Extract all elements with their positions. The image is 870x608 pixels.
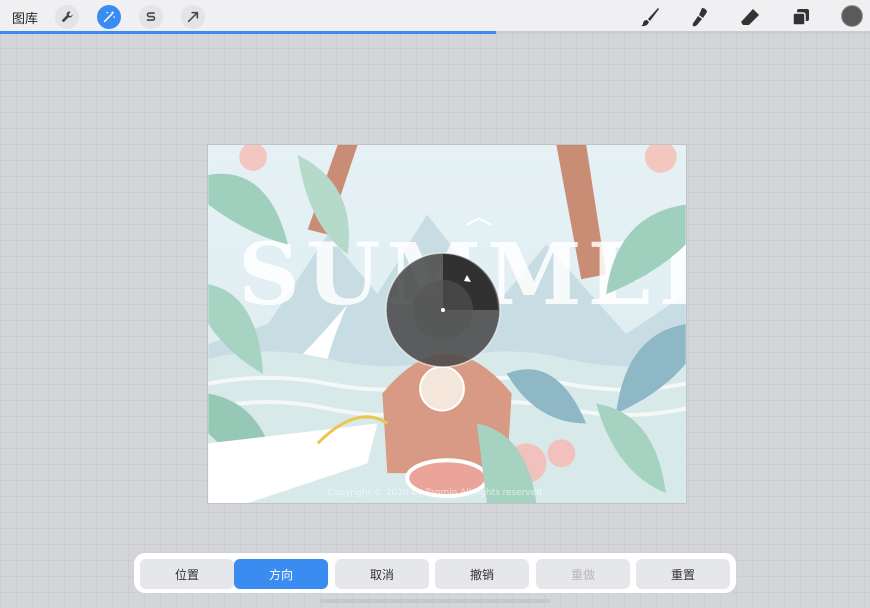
cancel-button[interactable]: 取消: [335, 559, 429, 589]
layers-button[interactable]: [789, 5, 813, 29]
eraser-icon: [741, 9, 759, 25]
redo-button[interactable]: 重做: [536, 559, 630, 589]
layers-icon: [792, 9, 809, 26]
eraser-button[interactable]: [738, 5, 762, 29]
undo-button[interactable]: 撤销: [435, 559, 529, 589]
reset-button[interactable]: 重置: [636, 559, 730, 589]
brush-button[interactable]: [638, 5, 662, 29]
magic-wand-icon: [103, 10, 116, 23]
artwork-watermark: Copyright © 2020 by Tanmin All rights re…: [328, 488, 542, 498]
wrench-icon: [61, 11, 73, 23]
progress-bar: [0, 31, 870, 34]
gallery-link[interactable]: 图库: [12, 8, 38, 27]
selection-button[interactable]: [139, 5, 163, 29]
position-button[interactable]: 位置: [140, 559, 234, 589]
smudge-icon: [692, 8, 707, 27]
top-toolbar: 图库: [0, 0, 870, 34]
rotation-center-dot: [441, 308, 445, 312]
brush-icon: [641, 8, 659, 27]
rotation-dial-graphic: [385, 252, 501, 368]
transform-arrow-icon: [187, 11, 199, 23]
progress-fill: [0, 31, 496, 34]
adjustments-button[interactable]: [97, 5, 121, 29]
transform-action-bar: 位置 方向 取消 撤销 重做 重置: [133, 552, 737, 594]
selection-s-icon: [146, 12, 156, 21]
rotation-dial[interactable]: [385, 252, 501, 368]
transform-button[interactable]: [181, 5, 205, 29]
smudge-button[interactable]: [688, 5, 712, 29]
actions-button[interactable]: [55, 5, 79, 29]
orientation-button[interactable]: 方向: [234, 559, 328, 589]
home-indicator: [320, 599, 550, 603]
color-picker-button[interactable]: [841, 5, 863, 27]
